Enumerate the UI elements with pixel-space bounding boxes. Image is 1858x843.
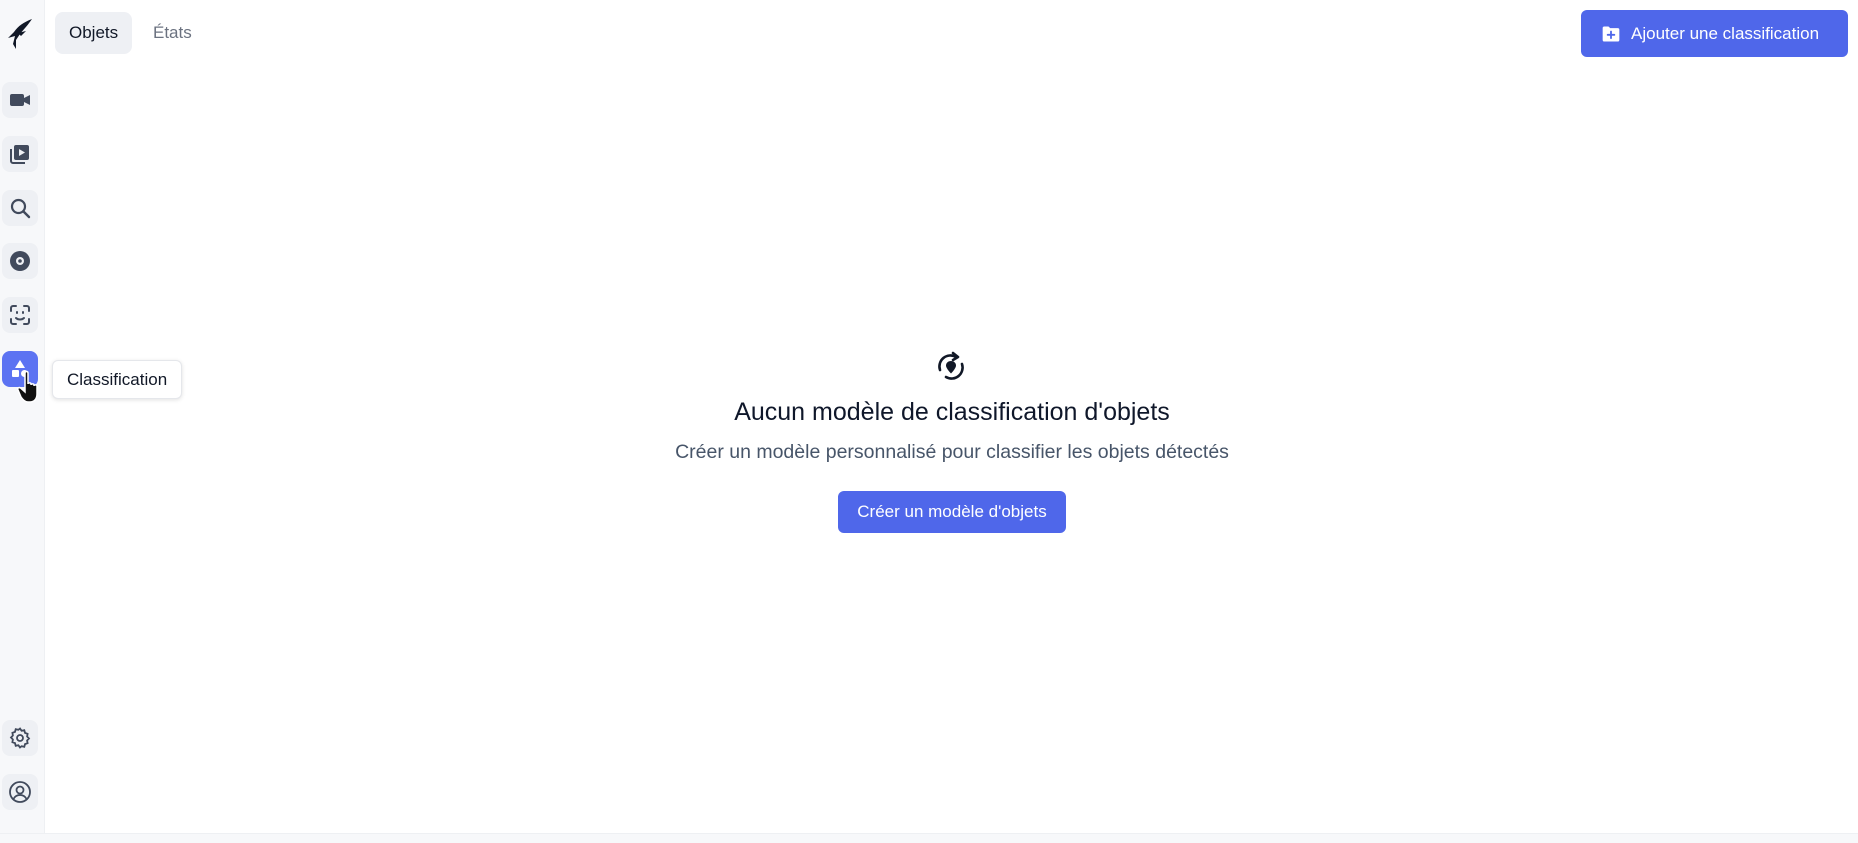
- face-scan-icon: [10, 305, 30, 325]
- disc-icon: [10, 251, 30, 271]
- sidebar-item-live[interactable]: [2, 82, 38, 118]
- search-icon: [10, 198, 31, 219]
- add-classification-button[interactable]: Ajouter une classification: [1581, 10, 1848, 57]
- tab-objets[interactable]: Objets: [55, 12, 133, 54]
- tooltip-classification: Classification: [52, 360, 183, 399]
- user-circle-icon: [9, 781, 31, 803]
- create-object-model-button[interactable]: Créer un modèle d'objets: [838, 491, 1066, 533]
- video-camera-icon: [10, 94, 30, 106]
- empty-state-title: Aucun modèle de classification d'objets: [734, 398, 1170, 426]
- play-library-icon: [10, 145, 29, 164]
- sidebar-item-settings[interactable]: [2, 720, 38, 756]
- folder-plus-icon: [1602, 26, 1620, 41]
- footer-bar: [0, 833, 1858, 843]
- logo-icon[interactable]: [4, 16, 36, 52]
- sidebar-item-review[interactable]: [2, 243, 38, 279]
- add-classification-label: Ajouter une classification: [1631, 23, 1820, 43]
- empty-state-subtitle: Créer un modèle personnalisé pour classi…: [675, 441, 1229, 463]
- tab-etats[interactable]: États: [139, 12, 206, 54]
- gear-icon: [9, 727, 31, 749]
- rotate-pin-icon: [938, 351, 964, 380]
- app: Classification Objets États Ajouter une …: [0, 0, 1858, 843]
- sidebar-item-faces[interactable]: [2, 297, 38, 333]
- sidebar-item-explore[interactable]: [2, 190, 38, 226]
- sidebar-item-account[interactable]: [2, 774, 38, 810]
- sidebar-item-recordings[interactable]: [2, 136, 38, 172]
